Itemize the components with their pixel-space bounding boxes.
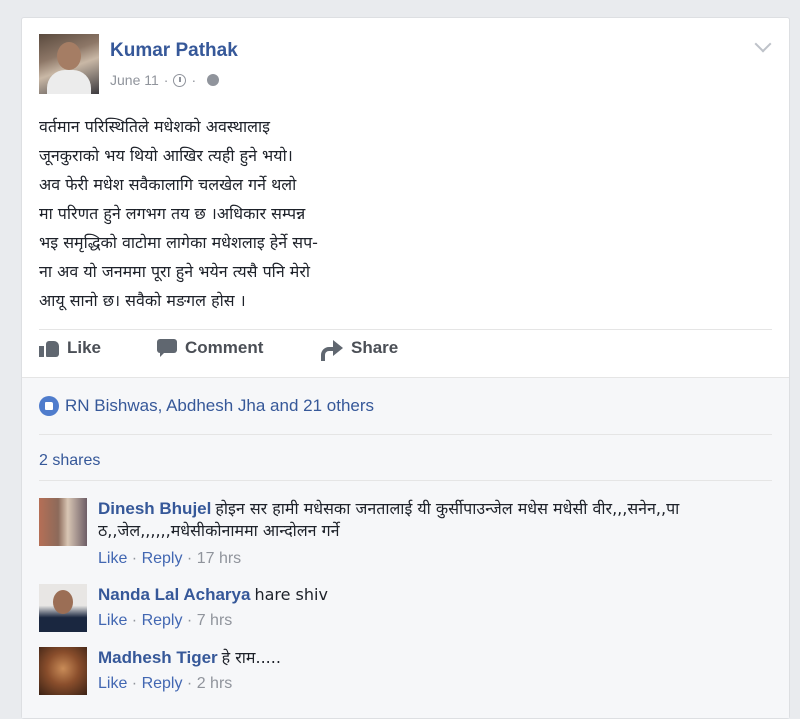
like-button[interactable]: Like [39, 338, 101, 358]
thumbs-up-icon [39, 339, 59, 357]
divider [39, 329, 772, 330]
shares-count[interactable]: 2 shares [39, 452, 100, 470]
comment-action-separator: · [182, 550, 197, 567]
comment-text: हे राम..... [221, 648, 281, 667]
reactions-summary[interactable]: RN Bishwas, Abdhesh Jha and 21 others [39, 396, 374, 416]
comment-icon [157, 339, 177, 357]
comment-time[interactable]: 2 hrs [197, 675, 233, 692]
commenter-name[interactable]: Nanda Lal Acharya [98, 585, 250, 604]
divider [39, 480, 772, 481]
comment-time[interactable]: 7 hrs [197, 612, 233, 629]
comment-like-link[interactable]: Like [98, 612, 127, 629]
comment-button[interactable]: Comment [157, 338, 263, 358]
post-actions: Like Comment Share [39, 338, 772, 368]
comment-text: hare shiv [254, 585, 328, 604]
comment-action-separator: · [182, 675, 197, 692]
post-date[interactable]: June 11 [110, 72, 159, 88]
comment-reply-link[interactable]: Reply [142, 550, 183, 567]
meta-separator: · [163, 72, 169, 88]
post-text: वर्तमान परिस्थितिले मधेशको अवस्थालाइ जून… [39, 117, 318, 310]
reactions-text[interactable]: RN Bishwas, Abdhesh Jha and 21 others [65, 396, 374, 416]
post-card: Kumar Pathak June 11 · · वर्तमान परिस्थि… [21, 17, 790, 719]
author-avatar[interactable] [39, 34, 99, 94]
commenter-avatar[interactable] [39, 584, 87, 632]
comment-action-separator: · [127, 675, 142, 692]
share-label: Share [351, 338, 399, 357]
commenter-name[interactable]: Madhesh Tiger [98, 648, 218, 667]
comment-body: Nanda Lal Acharya hare shiv [98, 584, 758, 606]
post-header: Kumar Pathak June 11 · · [39, 34, 772, 94]
comment-label: Comment [185, 338, 264, 357]
comment-action-separator: · [182, 612, 197, 629]
meta-separator: · [191, 72, 197, 88]
divider [39, 434, 772, 435]
share-button[interactable]: Share [321, 338, 399, 361]
comment-actions: Like · Reply · 2 hrs [98, 675, 232, 693]
clock-icon [173, 73, 187, 87]
author-name[interactable]: Kumar Pathak [110, 40, 238, 62]
comment-time[interactable]: 17 hrs [197, 550, 241, 567]
commenter-avatar[interactable] [39, 647, 87, 695]
commenter-avatar[interactable] [39, 498, 87, 546]
chevron-down-icon[interactable] [754, 35, 772, 53]
post-meta: June 11 · · [110, 72, 220, 88]
comment-actions: Like · Reply · 7 hrs [98, 612, 232, 630]
like-reaction-icon [39, 396, 59, 416]
comment-reply-link[interactable]: Reply [142, 675, 183, 692]
comment-reply-link[interactable]: Reply [142, 612, 183, 629]
comment-action-separator: · [127, 550, 142, 567]
comment-body: Madhesh Tiger हे राम..... [98, 647, 758, 669]
share-arrow-icon [321, 339, 343, 361]
comment-like-link[interactable]: Like [98, 675, 127, 692]
comment-like-link[interactable]: Like [98, 550, 127, 567]
globe-icon[interactable] [207, 74, 220, 86]
like-label: Like [67, 338, 102, 357]
comment-actions: Like · Reply · 17 hrs [98, 550, 241, 568]
comment-body: Dinesh Bhujel होइन सर हामी मधेसका जनतालाई… [98, 498, 758, 542]
comment-action-separator: · [127, 612, 142, 629]
commenter-name[interactable]: Dinesh Bhujel [98, 499, 211, 518]
